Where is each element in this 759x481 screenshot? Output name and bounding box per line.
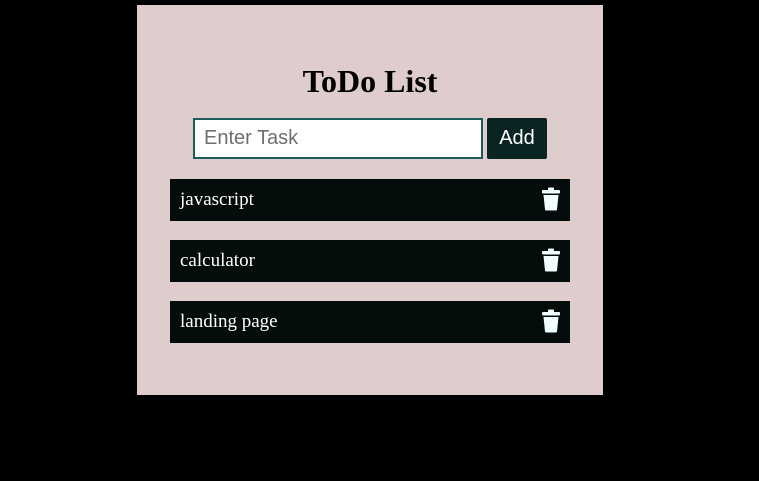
trash-icon[interactable] [541, 309, 561, 333]
add-task-button[interactable]: Add [487, 118, 547, 159]
task-list: javascript calculator landing page [170, 179, 570, 362]
task-label: javascript [180, 189, 254, 210]
task-label: calculator [180, 250, 255, 271]
task-item: landing page [170, 301, 570, 343]
trash-icon[interactable] [541, 187, 561, 211]
task-input[interactable] [193, 118, 483, 159]
trash-icon[interactable] [541, 248, 561, 272]
page-title: ToDo List [302, 63, 438, 99]
task-label: landing page [180, 311, 278, 332]
todo-card: ToDo List Add javascript calculator [137, 5, 603, 395]
task-item: javascript [170, 179, 570, 221]
task-item: calculator [170, 240, 570, 282]
